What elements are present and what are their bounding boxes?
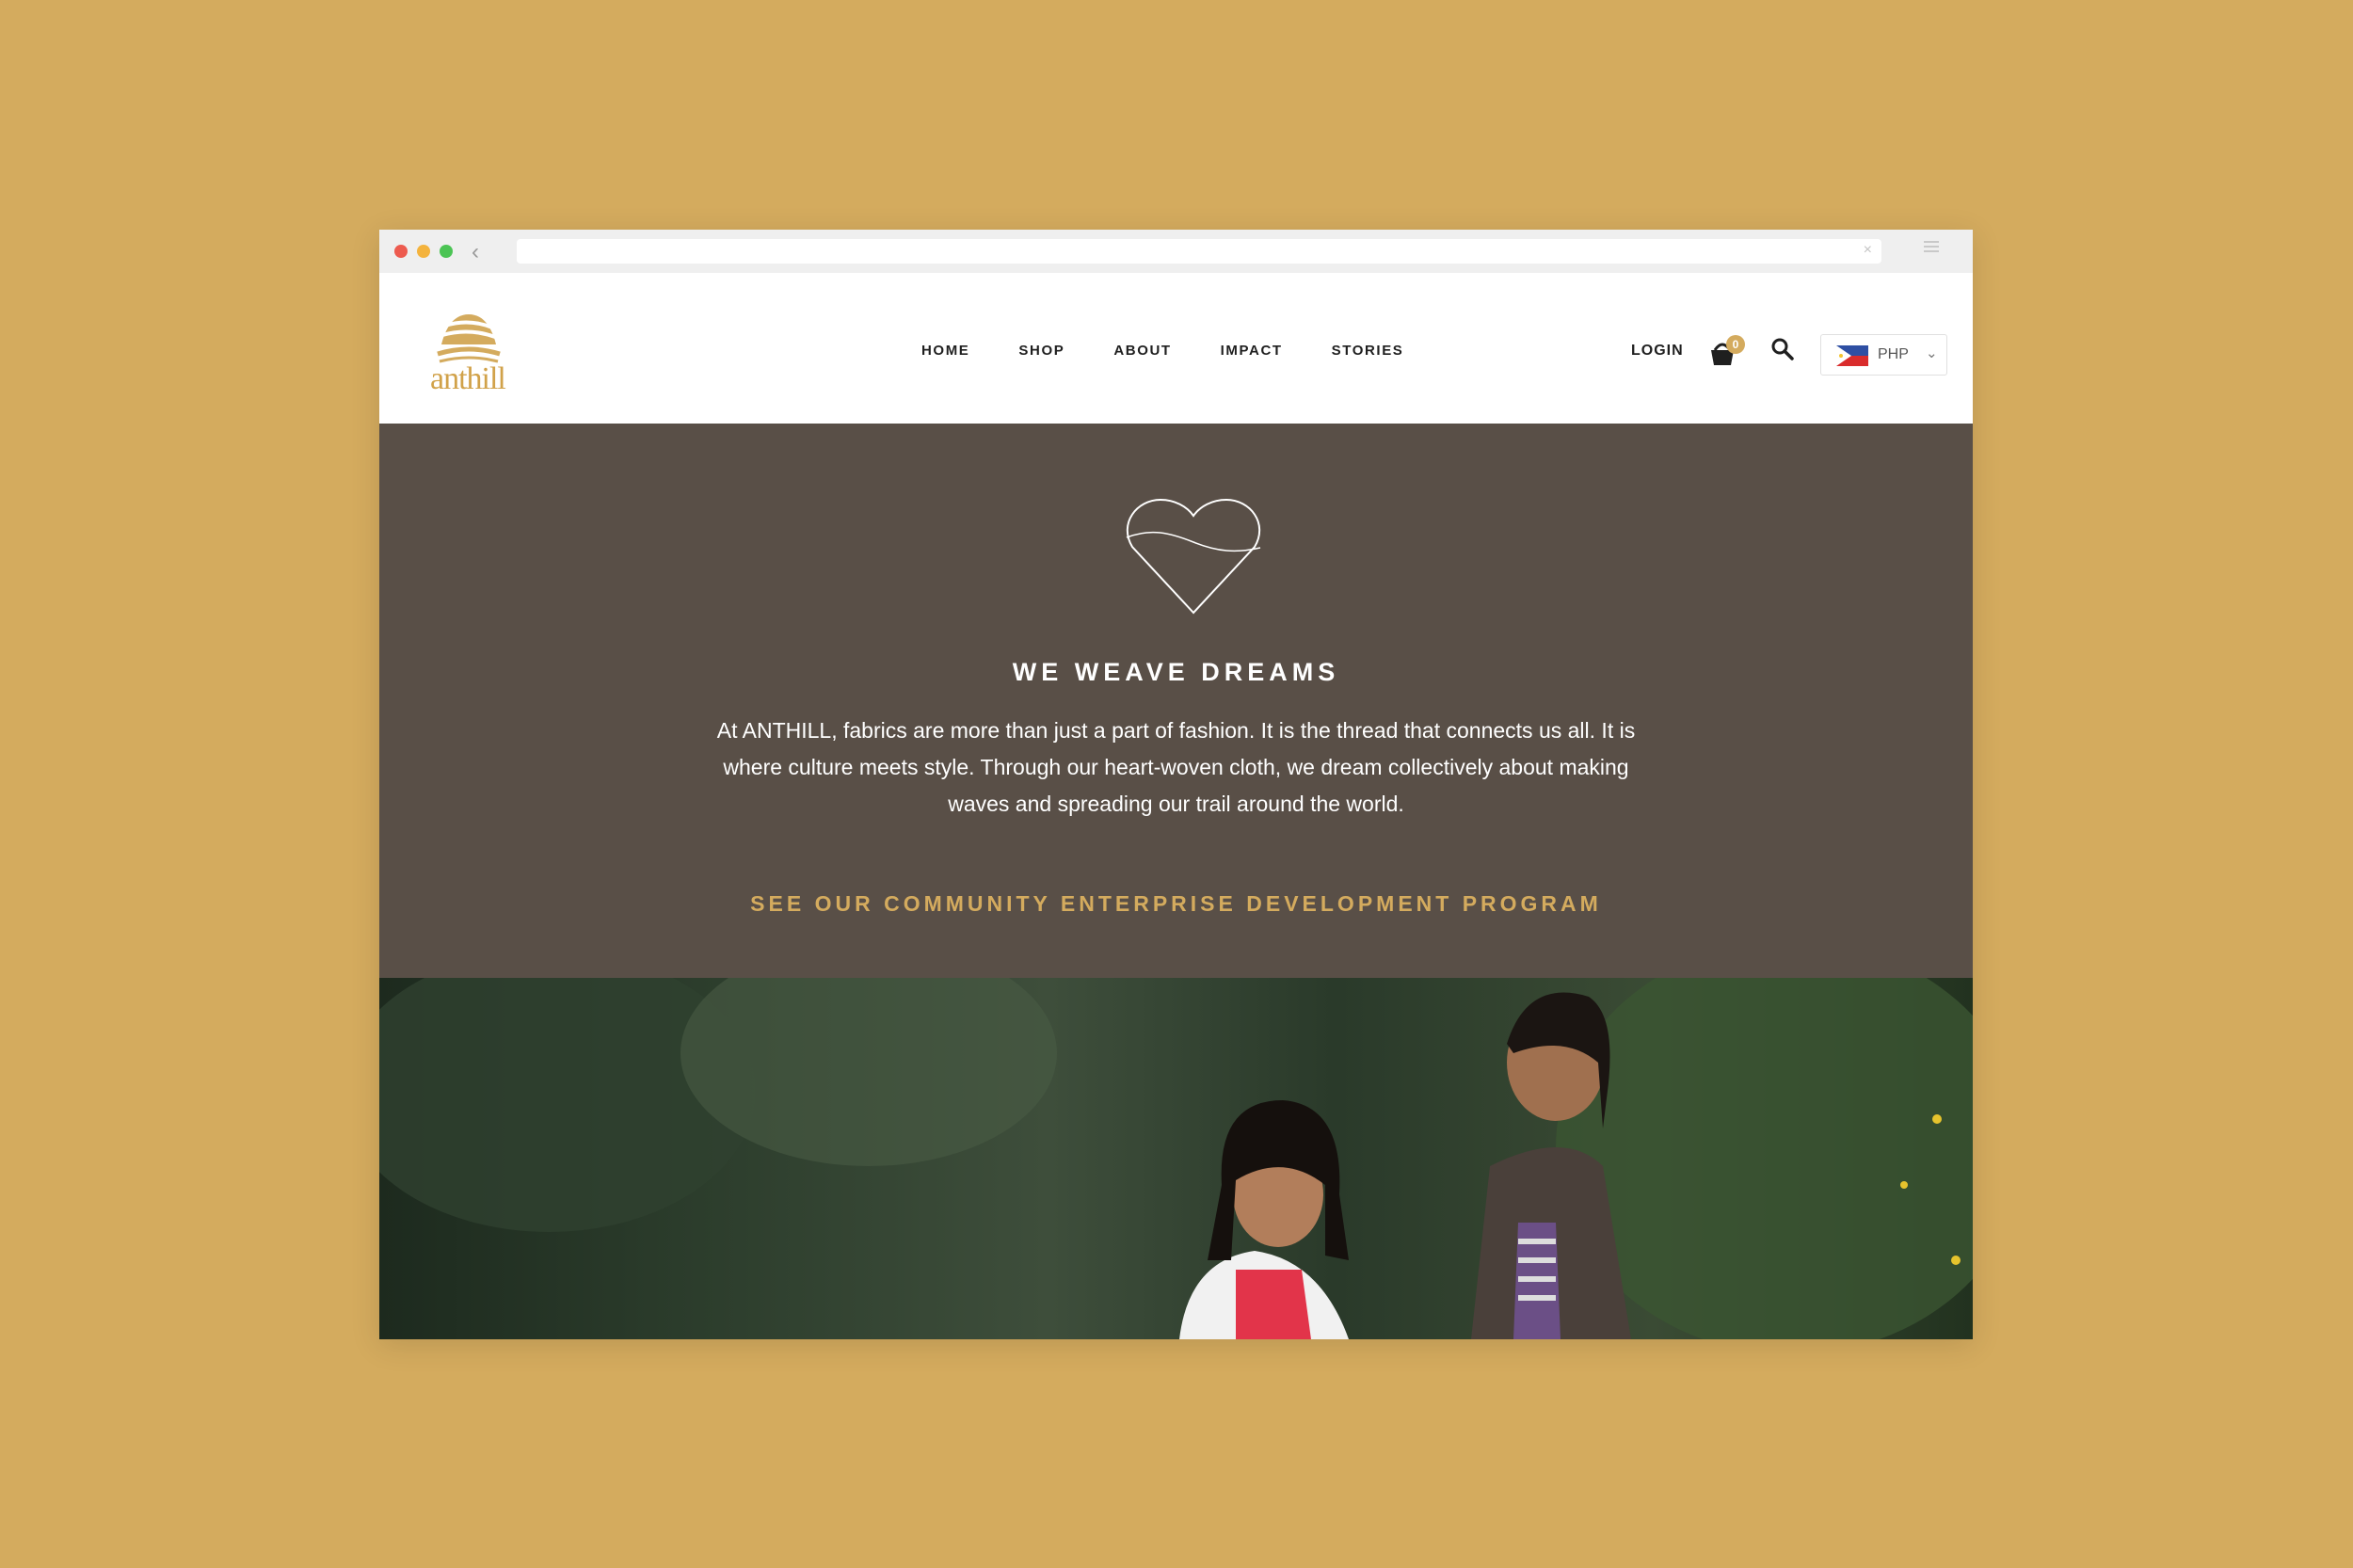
photo-illustration	[379, 978, 1973, 1339]
close-window-button[interactable]	[394, 245, 408, 258]
nav-stories[interactable]: STORIES	[1332, 343, 1404, 359]
login-link[interactable]: LOGIN	[1631, 343, 1684, 360]
menu-icon[interactable]	[1924, 241, 1939, 254]
currency-label: PHP	[1878, 346, 1909, 362]
nav-about[interactable]: ABOUT	[1113, 343, 1171, 359]
flag-icon	[1836, 345, 1868, 366]
maximize-window-button[interactable]	[440, 245, 453, 258]
logo-text: anthill	[430, 361, 506, 396]
nav-impact[interactable]: IMPACT	[1221, 343, 1283, 359]
hero-section: WE WEAVE DREAMS At ANTHILL, fabrics are …	[379, 424, 1973, 978]
community-program-link[interactable]: SEE OUR COMMUNITY ENTERPRISE DEVELOPMENT…	[379, 891, 1973, 917]
address-bar[interactable]: ×	[517, 239, 1881, 264]
cart-button[interactable]: 0	[1709, 335, 1747, 367]
back-icon[interactable]: ‹	[472, 239, 479, 265]
browser-chrome: ‹ ×	[379, 230, 1973, 274]
site-header: anthill HOME SHOP ABOUT IMPACT STORIES L…	[379, 273, 1973, 424]
hero-photo	[379, 978, 1973, 1339]
minimize-window-button[interactable]	[417, 245, 430, 258]
currency-selector[interactable]: PHP ⌄	[1820, 334, 1947, 376]
nav-shop[interactable]: SHOP	[1018, 343, 1064, 359]
search-icon[interactable]	[1770, 337, 1795, 361]
chevron-down-icon: ⌄	[1926, 345, 1938, 361]
cart-count-badge: 0	[1726, 335, 1745, 354]
main-nav: HOME SHOP ABOUT IMPACT STORIES	[921, 343, 1403, 359]
clear-icon[interactable]: ×	[1864, 242, 1872, 259]
browser-window: ‹ × anthill HOME SHOP ABOUT IMPACT STORI…	[379, 230, 1973, 1339]
hero-title: WE WEAVE DREAMS	[1012, 658, 1340, 686]
hero-text: At ANTHILL, fabrics are more than just a…	[716, 718, 1636, 816]
nav-home[interactable]: HOME	[921, 343, 969, 359]
heart-icon	[1126, 498, 1261, 615]
